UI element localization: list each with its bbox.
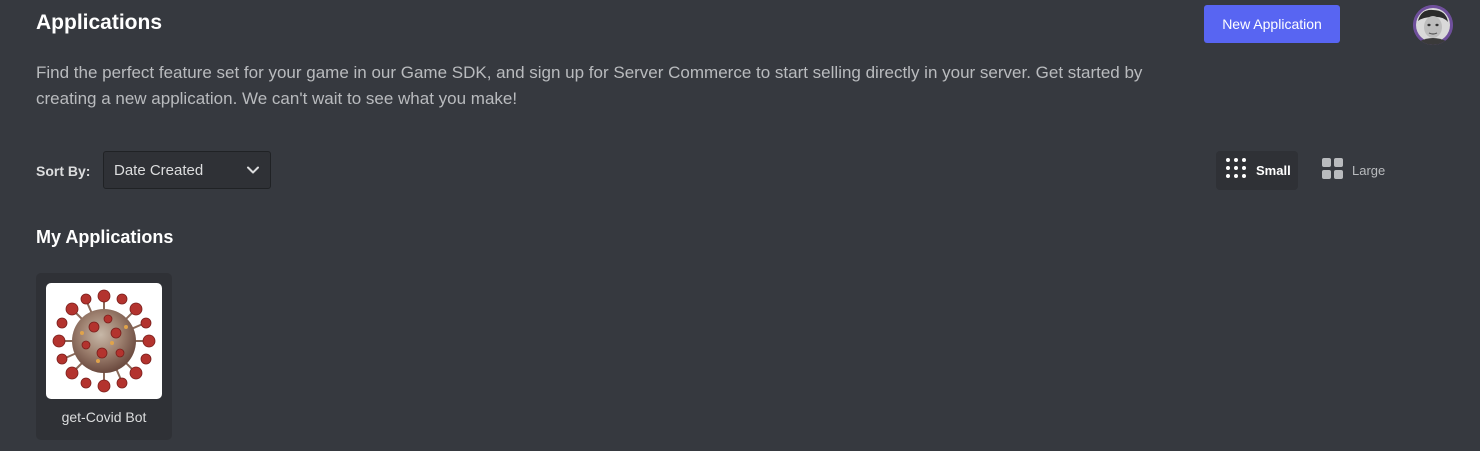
my-applications-title: My Applications: [36, 227, 174, 247]
view-large-toggle[interactable]: Large: [1312, 151, 1394, 190]
view-large-label: Large: [1352, 163, 1386, 178]
chevron-down-icon: [246, 163, 260, 182]
sort-by-label: Sort By:: [36, 163, 91, 179]
grid-small-icon: [1225, 157, 1247, 184]
user-avatar[interactable]: [1413, 5, 1453, 45]
application-name: get-Covid Bot: [61, 409, 147, 425]
coronavirus-image: [46, 283, 162, 399]
page-description: Find the perfect feature set for your ga…: [36, 63, 1143, 108]
sort-selected-value: Date Created: [114, 161, 204, 179]
avatar-image: [1413, 5, 1453, 45]
application-card[interactable]: get-Covid Bot: [36, 273, 172, 440]
page-title: Applications: [36, 11, 163, 34]
applications-page: Applications New Application Find the pe…: [0, 0, 1480, 451]
view-small-toggle[interactable]: Small: [1216, 151, 1298, 190]
new-application-button[interactable]: New Application: [1204, 5, 1340, 43]
sort-by-dropdown[interactable]: Date Created: [103, 151, 271, 189]
view-small-label: Small: [1256, 163, 1291, 178]
grid-large-icon: [1322, 157, 1343, 184]
